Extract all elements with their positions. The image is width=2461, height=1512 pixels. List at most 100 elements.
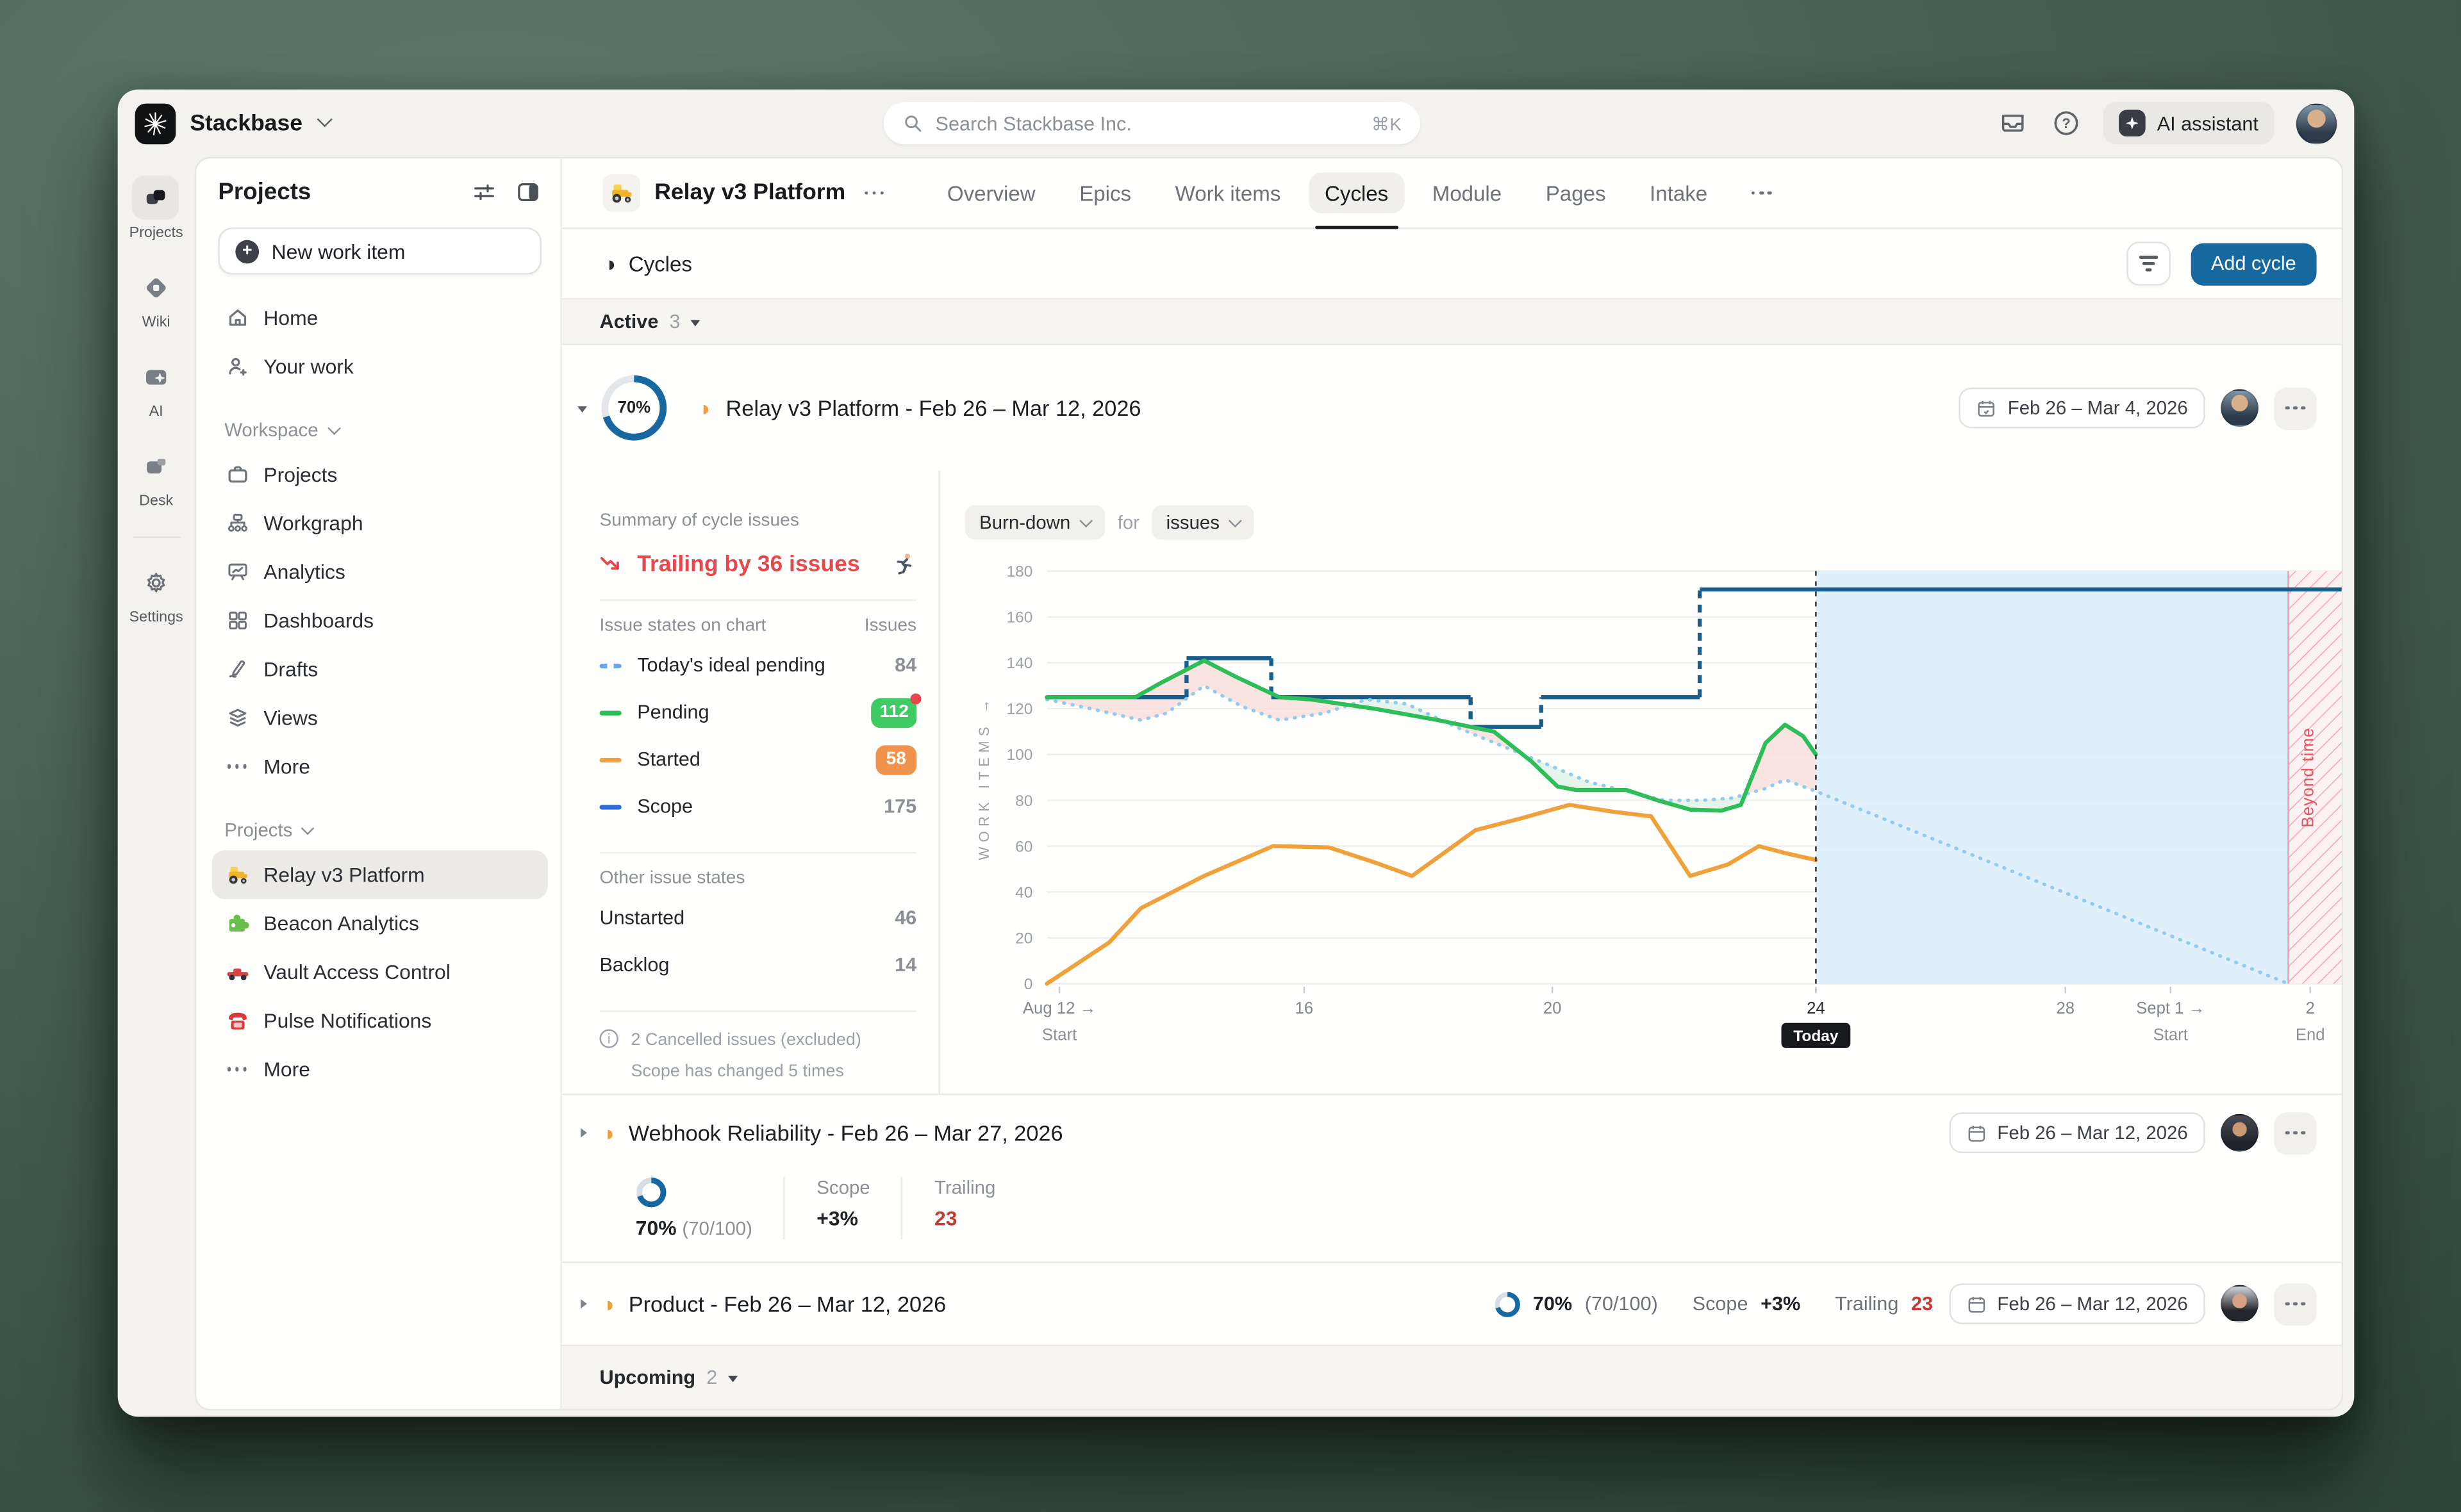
legend-row-scope: Scope 175: [599, 783, 916, 830]
workspace-name[interactable]: Stackbase: [190, 111, 302, 136]
cycle-row-header[interactable]: 70% ◑ Relay v3 Platform - Feb 26 – Mar 1…: [562, 345, 2342, 471]
legend-row-pending: Pending 112: [599, 689, 916, 735]
chart-type-dropdown[interactable]: Burn-down: [965, 505, 1105, 540]
chart-scope-dropdown[interactable]: issues: [1152, 505, 1254, 540]
cycles-icon: ◑: [602, 252, 616, 274]
calendar-icon: [1966, 1294, 1986, 1314]
started-swatch: [599, 757, 621, 762]
svg-text:Today: Today: [1793, 1028, 1839, 1045]
sidebar: Projects + New work item: [196, 158, 562, 1409]
row-menu-button[interactable]: [2274, 1112, 2316, 1154]
tab-cycles[interactable]: Cycles: [1306, 158, 1407, 227]
svg-text:180: 180: [1007, 563, 1033, 580]
svg-text:Sept 1 →: Sept 1 →: [2136, 999, 2205, 1017]
new-work-item-button[interactable]: + New work item: [218, 227, 541, 274]
sidebar-item-projects[interactable]: Projects: [212, 450, 548, 499]
col-states-label: Issue states on chart: [599, 616, 766, 635]
search-icon: [902, 113, 923, 133]
sidebar-item-your-work[interactable]: Your work: [212, 342, 548, 391]
upcoming-group-header[interactable]: Upcoming 2: [562, 1346, 2342, 1409]
calendar-icon: [1966, 1122, 1986, 1143]
projects-icon: [133, 176, 179, 220]
cycle-inline-stats: 70% (70/100) Scope +3% Trailing 23: [1494, 1290, 1933, 1317]
svg-text:Beyond time: Beyond time: [2299, 727, 2317, 827]
tractor-emoji-icon: [224, 862, 249, 887]
sidebar-item-analytics[interactable]: Analytics: [212, 548, 548, 596]
tab-epics[interactable]: Epics: [1061, 158, 1150, 227]
svg-text:120: 120: [1007, 701, 1033, 718]
row-menu-button[interactable]: [2274, 387, 2316, 429]
svg-text:60: 60: [1015, 838, 1032, 855]
ai-sparkle-icon: [2119, 110, 2146, 136]
tab-pages[interactable]: Pages: [1527, 158, 1625, 227]
dashboards-grid-icon: [224, 608, 249, 633]
puzzle-emoji-icon: [224, 911, 249, 936]
sidebar-item-home[interactable]: Home: [212, 293, 548, 342]
add-cycle-button[interactable]: Add cycle: [2191, 242, 2316, 284]
collapsed-caret-icon: [581, 1299, 587, 1309]
global-search-input[interactable]: Search Stackbase Inc. ⌘K: [884, 102, 1421, 144]
stackbase-logo-icon[interactable]: [135, 103, 176, 144]
tabs-overflow-button[interactable]: [1732, 158, 1790, 227]
svg-text:?: ?: [2062, 115, 2071, 131]
content-card: Projects + New work item: [195, 157, 2344, 1411]
date-range-picker[interactable]: Feb 26 – Mar 12, 2026: [1949, 1112, 2205, 1153]
rail-item-desk[interactable]: Desk: [133, 444, 179, 510]
projects-section-header[interactable]: Projects: [224, 819, 535, 841]
tab-intake[interactable]: Intake: [1631, 158, 1727, 227]
plus-circle-icon: +: [235, 239, 259, 263]
date-range-picker[interactable]: Feb 26 – Mar 4, 2026: [1959, 388, 2205, 429]
rail-item-projects[interactable]: Projects: [129, 176, 183, 242]
collapsed-caret-icon: [581, 1128, 587, 1138]
tab-module[interactable]: Module: [1413, 158, 1520, 227]
calendar-icon: [1976, 398, 1997, 418]
help-button[interactable]: ?: [2050, 108, 2082, 139]
sidebar-project-pulse-notifications[interactable]: Pulse Notifications: [212, 996, 548, 1045]
collapse-sidebar-button[interactable]: [513, 177, 542, 206]
svg-text:2: 2: [2306, 999, 2315, 1017]
sidebar-item-workgraph[interactable]: Workgraph: [212, 499, 548, 548]
sidebar-project-vault-access[interactable]: Vault Access Control: [212, 948, 548, 996]
sidebar-projects-more[interactable]: More: [212, 1045, 548, 1094]
display-settings-button[interactable]: [469, 177, 497, 206]
rail-item-settings[interactable]: Settings: [129, 560, 183, 626]
cycles-toolbar: ◑ Cycles Add cycle: [562, 229, 2342, 300]
ellipsis-icon: [2285, 1302, 2305, 1306]
footnotes: i 2 Cancelled issues (excluded) Scope ha…: [599, 1028, 916, 1084]
page-title: Relay v3 Platform: [654, 181, 845, 206]
cycle-row-header[interactable]: ◑ Product - Feb 26 – Mar 12, 2026 70% (7…: [562, 1263, 2342, 1344]
progress-donut-icon: [1494, 1290, 1521, 1317]
summary-panel: Summary of cycle issues Trailing by 36 i…: [562, 471, 939, 1094]
sidebar-project-beacon-analytics[interactable]: Beacon Analytics: [212, 899, 548, 948]
tab-work-items[interactable]: Work items: [1156, 158, 1300, 227]
sidebar-item-more[interactable]: More: [212, 742, 548, 791]
trailing-alert: Trailing by 36 issues: [637, 552, 891, 577]
assignee-avatar: [2221, 1114, 2258, 1152]
analytics-icon: [224, 559, 249, 584]
rail-item-wiki[interactable]: Wiki: [133, 265, 179, 331]
sidebar-item-views[interactable]: Views: [212, 693, 548, 742]
summary-heading: Summary of cycle issues: [599, 511, 916, 530]
rail-item-ai[interactable]: AI: [133, 354, 179, 420]
expanded-caret-icon: [577, 406, 587, 412]
pending-count-badge: 112: [872, 698, 916, 728]
svg-text:0: 0: [1024, 976, 1033, 993]
collapse-caret-icon: [728, 1375, 738, 1381]
filter-button[interactable]: [2126, 242, 2171, 286]
project-menu-button[interactable]: [865, 191, 884, 195]
sidebar-project-relay-v3[interactable]: Relay v3 Platform: [212, 850, 548, 899]
info-icon: i: [599, 1029, 618, 1048]
sidebar-item-drafts[interactable]: Drafts: [212, 645, 548, 693]
tab-overview[interactable]: Overview: [928, 158, 1054, 227]
cycle-row-header[interactable]: ◑ Webhook Reliability - Feb 26 – Mar 27,…: [562, 1095, 2342, 1161]
ai-assistant-button[interactable]: AI assistant: [2103, 102, 2274, 144]
inbox-button[interactable]: [1997, 108, 2028, 139]
row-menu-button[interactable]: [2274, 1283, 2316, 1325]
workspace-chevron-down-icon[interactable]: [317, 111, 332, 126]
user-avatar[interactable]: [2296, 103, 2337, 144]
active-group-header[interactable]: Active 3: [562, 300, 2342, 345]
workspace-section-header[interactable]: Workspace: [224, 419, 535, 441]
search-placeholder: Search Stackbase Inc.: [936, 112, 1371, 134]
sidebar-item-dashboards[interactable]: Dashboards: [212, 596, 548, 645]
date-range-picker[interactable]: Feb 26 – Mar 12, 2026: [1949, 1283, 2205, 1324]
